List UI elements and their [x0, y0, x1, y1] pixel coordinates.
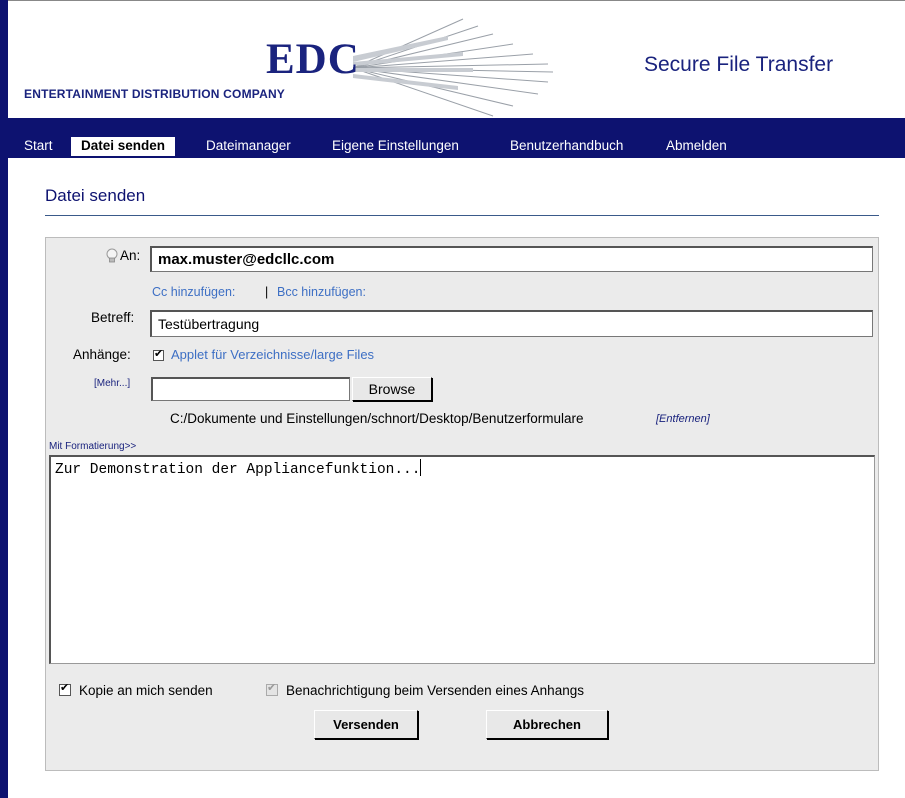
send-button[interactable]: Versenden	[314, 710, 418, 739]
cc-bcc-separator: |	[265, 285, 269, 299]
to-field[interactable]: max.muster@edcllc.com	[150, 246, 873, 272]
app-title: Secure File Transfer	[644, 53, 834, 76]
message-text: Zur Demonstration der Appliancefunktion.…	[55, 462, 421, 478]
lightbulb-icon	[106, 248, 118, 263]
header: EDC ENTERTAINMENT DISTRIBUTION COMPANY S…	[8, 1, 905, 118]
tab-abmelden[interactable]: Abmelden	[666, 137, 727, 156]
page-title: Datei senden	[45, 186, 146, 205]
tab-datei-senden[interactable]: Datei senden	[71, 137, 176, 156]
formatting-toggle-link[interactable]: Mit Formatierung>>	[49, 441, 136, 452]
company-name: ENTERTAINMENT DISTRIBUTION COMPANY	[24, 87, 286, 101]
tab-start[interactable]: Start	[24, 137, 53, 156]
add-bcc-link[interactable]: Bcc hinzufügen:	[277, 285, 366, 299]
text-caret	[420, 459, 422, 476]
attached-file-path: C:/Dokumente und Einstellungen/schnort/D…	[170, 411, 584, 426]
subject-label: Betreff:	[91, 310, 135, 325]
more-link[interactable]: [Mehr...]	[94, 378, 130, 389]
nav-bar: Start Datei senden Dateimanager Eigene E…	[8, 118, 905, 158]
tab-benutzerhandbuch[interactable]: Benutzerhandbuch	[510, 137, 623, 156]
checkmark-icon: ✔	[60, 682, 70, 694]
browse-button[interactable]: Browse	[352, 377, 432, 401]
applet-checkbox[interactable]: ✔	[153, 348, 164, 361]
tab-dateimanager[interactable]: Dateimanager	[206, 137, 291, 156]
send-file-form: An: max.muster@edcllc.com Cc hinzufügen:…	[45, 237, 879, 771]
checkmark-icon: ✔	[267, 682, 277, 694]
title-divider	[45, 215, 879, 216]
message-textarea[interactable]: Zur Demonstration der Appliancefunktion.…	[49, 455, 875, 664]
to-label: An:	[120, 248, 141, 263]
copy-to-me-checkbox[interactable]: ✔	[59, 682, 71, 696]
tab-eigene-einstellungen[interactable]: Eigene Einstellungen	[332, 137, 459, 156]
subject-field[interactable]: Testübertragung	[150, 310, 873, 337]
checkmark-icon: ✔	[154, 348, 164, 360]
attachments-label: Anhänge:	[73, 347, 131, 362]
notify-attachment-checkbox[interactable]: ✔	[266, 682, 278, 696]
file-input[interactable]	[151, 377, 350, 401]
copy-to-me-label: Kopie an mich senden	[79, 683, 213, 698]
applet-link[interactable]: Applet für Verzeichnisse/large Files	[171, 347, 374, 362]
logo-text: EDC	[266, 36, 360, 83]
light-rays-icon	[353, 18, 554, 117]
remove-attachment-link[interactable]: [Entfernen]	[656, 413, 710, 425]
cancel-button[interactable]: Abbrechen	[486, 710, 608, 739]
add-cc-link[interactable]: Cc hinzufügen:	[152, 285, 235, 299]
notify-attachment-label: Benachrichtigung beim Versenden eines An…	[286, 683, 584, 698]
left-edge-bar	[0, 0, 8, 798]
